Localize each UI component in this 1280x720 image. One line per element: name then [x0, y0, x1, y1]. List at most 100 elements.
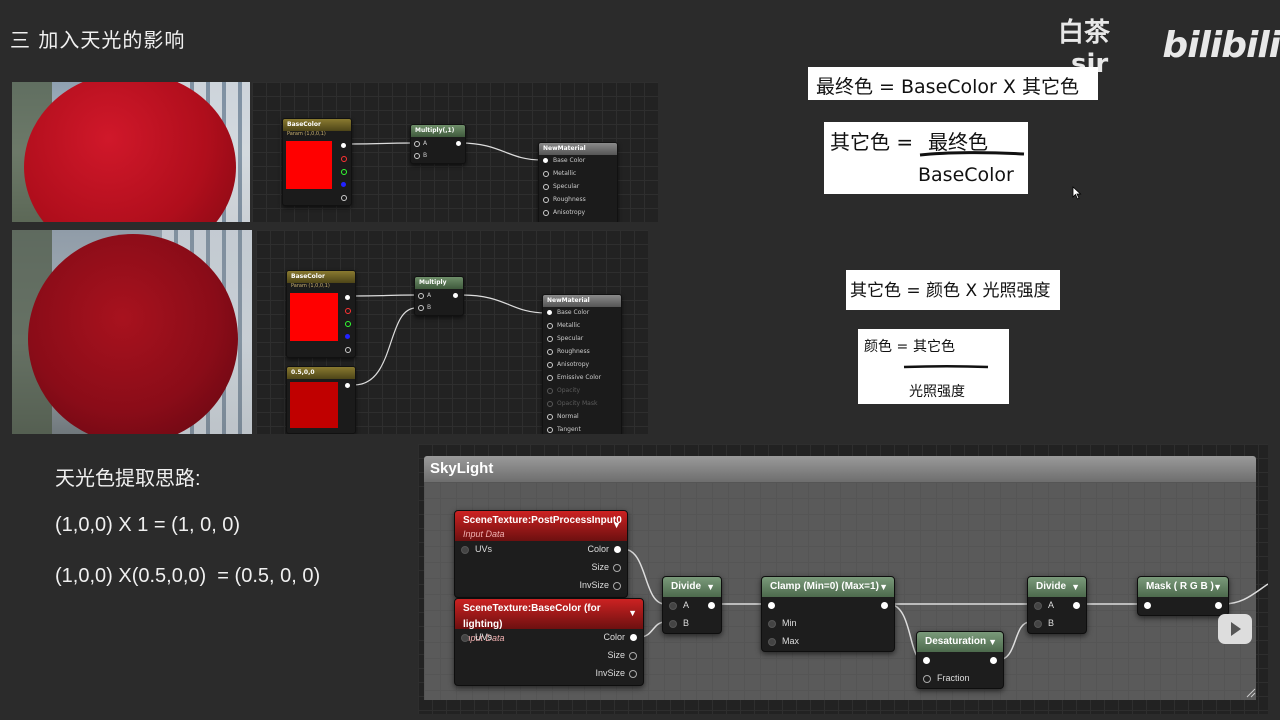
basecolor-param-node-mid[interactable]: BaseColor Param (1,0,0,1): [286, 270, 356, 358]
pin-a-label: A: [683, 600, 690, 610]
material-input-pin[interactable]: [543, 210, 549, 216]
color-label: Color: [603, 632, 625, 642]
collapse-chevron-icon[interactable]: ▼: [879, 577, 888, 597]
output-pin[interactable]: [1215, 602, 1222, 609]
collapse-chevron-icon[interactable]: ▼: [988, 632, 997, 652]
dark-red-sphere: [28, 234, 238, 434]
collapse-chevron-icon[interactable]: ▼: [628, 605, 637, 621]
uvs-label: UVs: [475, 632, 493, 642]
material-input-pin[interactable]: [543, 197, 549, 203]
formula-box-1: 最终色 = BaseColor X 其它色: [808, 67, 1098, 100]
output-pin-b[interactable]: [345, 334, 350, 339]
input-pin-b[interactable]: [1034, 620, 1042, 628]
output-pin-g[interactable]: [345, 321, 351, 327]
input-pin-a[interactable]: [418, 293, 424, 299]
input-pin-b[interactable]: [669, 620, 677, 628]
input-pin-b[interactable]: [418, 305, 424, 311]
collapse-chevron-icon[interactable]: ▼: [612, 517, 621, 533]
output-pin[interactable]: [708, 602, 715, 609]
resize-handle-icon[interactable]: [1246, 688, 1256, 698]
output-pin-a[interactable]: [341, 195, 347, 201]
basecolor-param-node-top[interactable]: BaseColor Param (1,0,0,1): [282, 118, 352, 206]
output-pin-a[interactable]: [345, 347, 351, 353]
size-output-pin[interactable]: [629, 652, 637, 660]
output-pin[interactable]: [453, 293, 458, 298]
output-pin-g[interactable]: [341, 169, 347, 175]
color-label: Color: [587, 544, 609, 554]
scenetexture-postprocess-node[interactable]: SceneTexture:PostProcessInput0 Input Dat…: [454, 510, 628, 598]
multiply-node-top[interactable]: Multiply(,1) A B: [410, 124, 466, 164]
output-pin-rgb[interactable]: [341, 143, 346, 148]
formula-4-lhs: 颜色 =: [864, 339, 909, 355]
material-input-pin[interactable]: [547, 349, 553, 355]
material-input-pin[interactable]: [543, 158, 548, 163]
scenetexture-basecolor-node[interactable]: SceneTexture:BaseColor (for lighting) In…: [454, 598, 644, 686]
divide-node-1[interactable]: Divide ▼ A B: [662, 576, 722, 634]
play-button[interactable]: [1218, 614, 1252, 644]
input-pin-a[interactable]: [1034, 602, 1042, 610]
max-input-pin[interactable]: [768, 638, 776, 646]
mask-rgb-node[interactable]: Mask ( R G B ) ▼: [1137, 576, 1229, 616]
output-pin[interactable]: [881, 602, 888, 609]
material-pin-label: Metallic: [557, 322, 581, 329]
formula-box-4: 颜色 = 其它色 光照强度: [858, 329, 1009, 404]
material-input-pin[interactable]: [547, 388, 553, 394]
fraction-label: Fraction: [937, 673, 970, 683]
pin-b-label: B: [1048, 618, 1055, 628]
mouse-cursor-icon: [1072, 186, 1082, 200]
material-input-pin[interactable]: [547, 336, 553, 342]
invsize-output-pin[interactable]: [629, 670, 637, 678]
output-pin[interactable]: [456, 141, 461, 146]
fraction-input-pin[interactable]: [923, 675, 931, 683]
output-pin-r[interactable]: [341, 156, 347, 162]
min-input-pin[interactable]: [768, 620, 776, 628]
material-input-pin[interactable]: [543, 184, 549, 190]
node-title: NewMaterial: [543, 295, 621, 307]
color-output-pin[interactable]: [630, 634, 637, 641]
output-pin-b[interactable]: [341, 182, 346, 187]
sphere-preview-top: [12, 82, 250, 222]
multiply-node-mid[interactable]: Multiply A B: [414, 276, 464, 316]
material-input-pin[interactable]: [547, 323, 553, 329]
collapse-chevron-icon[interactable]: ▼: [706, 577, 715, 597]
input-pin[interactable]: [768, 602, 775, 609]
material-input-pin[interactable]: [543, 171, 549, 177]
formula-3-text: 其它色 = 颜色 X 光照强度: [850, 281, 1051, 301]
bilibili-logo: 白茶_sir bilibili: [1058, 18, 1280, 79]
input-pin-a[interactable]: [669, 602, 677, 610]
newmaterial-node-top[interactable]: NewMaterial Base Color Metallic Specular Ro…: [538, 142, 618, 222]
input-pin-b[interactable]: [414, 153, 420, 159]
material-pin-label: Metallic: [553, 170, 577, 177]
invsize-output-pin[interactable]: [613, 582, 621, 590]
uvs-input-pin[interactable]: [461, 546, 469, 554]
color-output-pin[interactable]: [614, 546, 621, 553]
material-input-pin[interactable]: [547, 375, 553, 381]
material-input-pin[interactable]: [547, 414, 553, 420]
output-pin[interactable]: [345, 383, 350, 388]
formula-box-2: 其它色 = 最终色 BaseColor: [824, 122, 1028, 194]
material-input-pin[interactable]: [547, 310, 552, 315]
newmaterial-node-mid[interactable]: NewMaterial Base Color Metallic Specular Ro…: [542, 294, 622, 434]
input-pin[interactable]: [1144, 602, 1151, 609]
material-input-pin[interactable]: [547, 427, 553, 433]
constant-node[interactable]: 0.5,0,0: [286, 366, 356, 434]
divide-node-2[interactable]: Divide ▼ A B: [1027, 576, 1087, 634]
formula-2-denominator: BaseColor: [918, 164, 1014, 186]
node-title: Desaturation: [925, 636, 987, 647]
input-pin-a[interactable]: [414, 141, 420, 147]
skylight-graph: SkyLight SceneTexture:PostProcessInput0 …: [418, 444, 1268, 714]
material-input-pin[interactable]: [547, 401, 553, 407]
clamp-node[interactable]: Clamp (Min=0) (Max=1) ▼ Min Max: [761, 576, 895, 652]
uvs-input-pin[interactable]: [461, 634, 469, 642]
size-output-pin[interactable]: [613, 564, 621, 572]
collapse-chevron-icon[interactable]: ▼: [1213, 577, 1222, 597]
output-pin[interactable]: [1073, 602, 1080, 609]
desaturation-node[interactable]: Desaturation ▼ Fraction: [916, 631, 1004, 689]
output-pin-r[interactable]: [345, 308, 351, 314]
formula-1-text: 最终色 = BaseColor X 其它色: [816, 76, 1079, 98]
output-pin[interactable]: [990, 657, 997, 664]
collapse-chevron-icon[interactable]: ▼: [1071, 577, 1080, 597]
output-pin-rgb[interactable]: [345, 295, 350, 300]
material-input-pin[interactable]: [547, 362, 553, 368]
input-pin[interactable]: [923, 657, 930, 664]
